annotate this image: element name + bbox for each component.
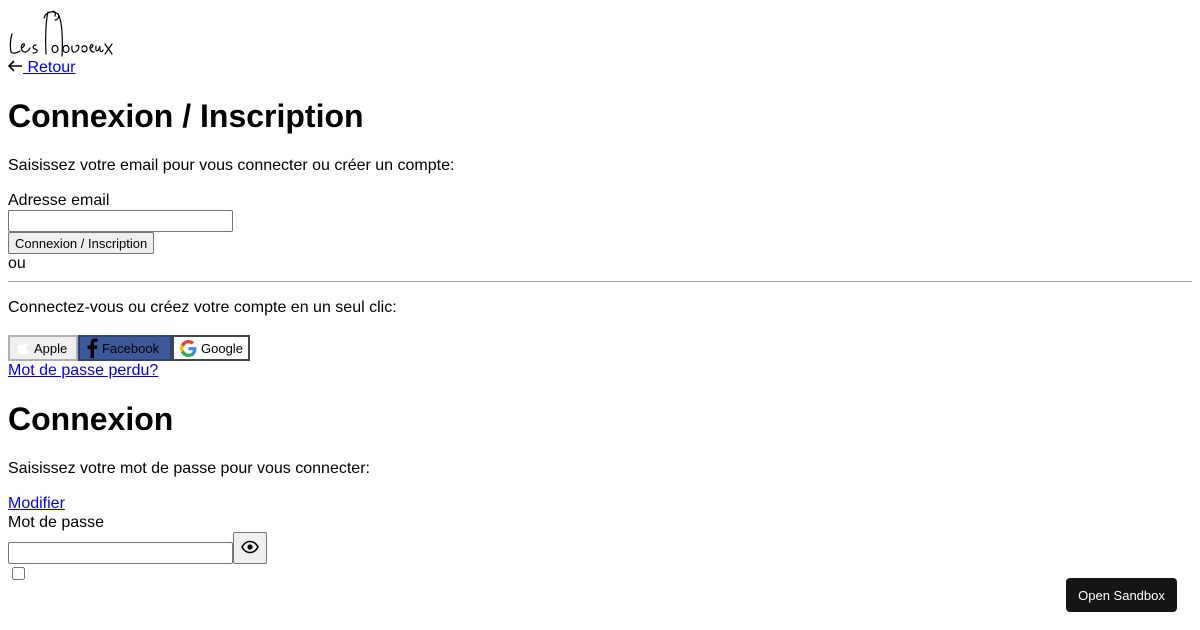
forgot-password-link[interactable]: Mot de passe perdu? bbox=[8, 361, 1192, 380]
password-instruction: Saisissez votre mot de passe pour vous c… bbox=[8, 460, 370, 477]
apple-login-label: Apple bbox=[34, 340, 68, 356]
login-signup-title: Connexion / Inscription bbox=[8, 98, 364, 134]
modify-email-link[interactable]: Modifier bbox=[8, 494, 1192, 513]
back-link-label[interactable]: Retour bbox=[23, 59, 75, 76]
password-input[interactable] bbox=[8, 542, 233, 564]
password-label: Mot de passe bbox=[8, 514, 105, 531]
page: Retour Connexion / Inscription Saisissez… bbox=[8, 8, 1192, 583]
facebook-icon bbox=[86, 338, 98, 358]
facebook-login-button[interactable]: Facebook bbox=[78, 335, 172, 361]
email-input[interactable] bbox=[8, 210, 233, 232]
password-row bbox=[8, 532, 1192, 564]
or-text: ou bbox=[8, 255, 26, 272]
eye-icon bbox=[241, 540, 259, 557]
apple-login-button[interactable]: Apple bbox=[8, 335, 78, 361]
login-signup-button[interactable]: Connexion / Inscription bbox=[8, 232, 155, 254]
login-title: Connexion bbox=[8, 401, 174, 437]
email-instruction: Saisissez votre email pour vous connecte… bbox=[8, 157, 455, 174]
arrow-left-icon bbox=[8, 60, 22, 72]
apple-icon bbox=[16, 340, 30, 356]
google-login-button[interactable]: Google bbox=[172, 335, 250, 361]
google-login-label: Google bbox=[201, 340, 243, 356]
social-buttons: Apple Facebook Google bbox=[8, 335, 1192, 361]
divider bbox=[8, 281, 1192, 282]
back-row: Retour bbox=[8, 58, 1192, 77]
social-instruction: Connectez-vous ou créez votre compte en … bbox=[8, 299, 397, 316]
open-sandbox-button[interactable]: Open Sandbox bbox=[1066, 578, 1177, 612]
email-label: Adresse email bbox=[8, 192, 110, 209]
remember-me-checkbox[interactable] bbox=[12, 567, 25, 580]
brand-logo[interactable] bbox=[8, 8, 114, 58]
facebook-login-label: Facebook bbox=[102, 340, 160, 356]
back-link[interactable]: Retour bbox=[8, 59, 75, 76]
google-icon bbox=[180, 339, 197, 357]
toggle-password-visibility-button[interactable] bbox=[233, 532, 267, 564]
